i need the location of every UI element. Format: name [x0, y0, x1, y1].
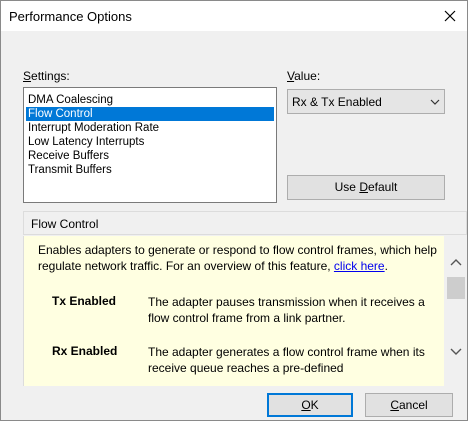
value-dropdown-selected: Rx & Tx Enabled: [292, 95, 382, 109]
performance-options-dialog: Performance Options Settings: DMA Coales…: [0, 0, 468, 421]
description-scrollbar[interactable]: [444, 236, 467, 386]
settings-listbox[interactable]: DMA Coalescing Flow Control Interrupt Mo…: [23, 87, 277, 203]
click-here-link[interactable]: click here: [334, 259, 385, 273]
list-item-dma-coalescing[interactable]: DMA Coalescing: [26, 93, 274, 107]
description-paragraph: Enables adapters to generate or respond …: [38, 243, 437, 273]
term-tx-enabled-desc: The adapter pauses transmission when it …: [148, 295, 425, 325]
chevron-down-icon[interactable]: [450, 348, 462, 356]
value-dropdown[interactable]: Rx & Tx Enabled: [287, 89, 445, 114]
value-label: Value:: [287, 69, 321, 83]
cancel-button[interactable]: Cancel: [365, 393, 453, 417]
description-panel[interactable]: Enables adapters to generate or respond …: [23, 236, 467, 386]
term-rx-enabled-desc: The adapter generates a flow control fra…: [148, 345, 425, 375]
list-item-flow-control[interactable]: Flow Control: [26, 107, 274, 121]
use-default-button[interactable]: Use Default: [287, 175, 445, 200]
term-tx-enabled: Tx Enabled: [52, 294, 117, 308]
list-item-transmit-buffers[interactable]: Transmit Buffers: [26, 163, 274, 177]
chevron-up-icon[interactable]: [450, 258, 462, 266]
scroll-thumb[interactable]: [447, 277, 465, 299]
description-header: Flow Control: [23, 211, 467, 235]
window-title: Performance Options: [9, 9, 132, 24]
title-bar[interactable]: Performance Options: [1, 1, 467, 31]
description-content: Enables adapters to generate or respond …: [24, 236, 444, 386]
ok-button[interactable]: OK: [267, 393, 353, 417]
chevron-down-icon: [430, 99, 440, 105]
list-item-low-latency-interrupts[interactable]: Low Latency Interrupts: [26, 135, 274, 149]
settings-label: Settings:: [23, 69, 70, 83]
list-item-interrupt-moderation-rate[interactable]: Interrupt Moderation Rate: [26, 121, 274, 135]
close-icon[interactable]: [439, 5, 461, 27]
term-rx-enabled: Rx Enabled: [52, 344, 118, 358]
description-title: Flow Control: [31, 217, 99, 231]
list-item-receive-buffers[interactable]: Receive Buffers: [26, 149, 274, 163]
